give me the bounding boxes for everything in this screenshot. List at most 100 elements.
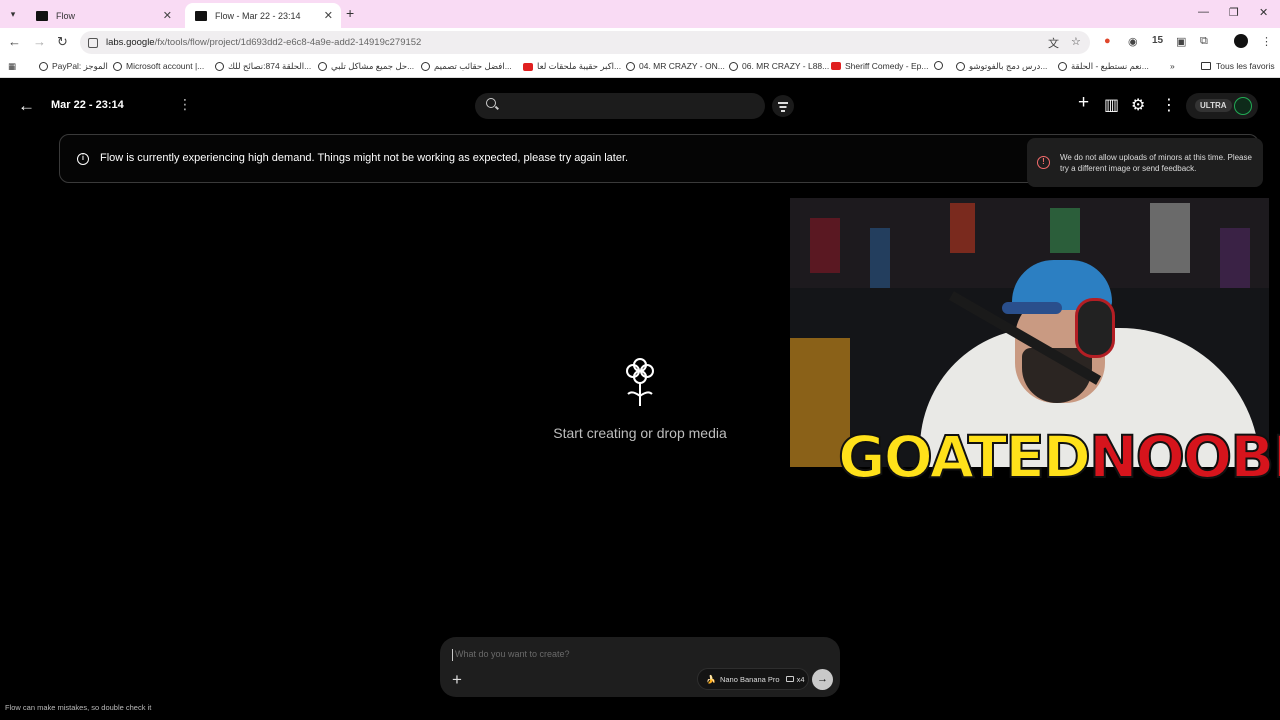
disclaimer-text: Flow can make mistakes, so double check … [5, 703, 152, 712]
globe-icon [113, 61, 122, 71]
youtube-icon [523, 62, 533, 71]
youtube-icon [831, 62, 841, 70]
flow-favicon-icon [195, 10, 207, 21]
toast-message: We do not allow uploads of minors at thi… [1060, 153, 1252, 173]
prompt-box[interactable]: What do you want to create? + 🍌 Nano Ban… [440, 637, 840, 697]
globe-icon [318, 62, 327, 71]
bookmark-label: الحلقة 874:نصائح للك... [228, 61, 312, 71]
prompt-input[interactable]: What do you want to create? [455, 649, 570, 659]
extension-badge[interactable]: 15 [1152, 35, 1163, 46]
account-chip[interactable]: ULTRA [1186, 93, 1258, 119]
flow-app: ← Mar 22 - 23:14 ⋮ + ▥ ⚙ ⋮ ULTRA i Flow … [0, 79, 1280, 720]
bookmark-label: افضل حقائب تصميم... [434, 61, 512, 71]
empty-state-text: Start creating or drop media [553, 425, 727, 441]
site-info-icon[interactable] [88, 37, 98, 48]
extension-icon[interactable]: ◉ [1128, 35, 1138, 48]
bookmark-label: 06. MR CRAZY - L88... [742, 61, 830, 71]
minimize-icon[interactable]: — [1198, 6, 1209, 18]
extensions-puzzle-icon[interactable]: ⧉ [1200, 35, 1208, 48]
bookmark-label: اكبر حقيبة ملحقات لعا... [537, 61, 622, 71]
more-menu-icon[interactable]: ⋮ [1161, 95, 1177, 115]
close-tab-icon[interactable]: ✕ [324, 9, 333, 22]
tab-strip: ▾ Flow ✕ Flow - Mar 22 - 23:14 ✕ + — ❐ ✕ [0, 0, 1280, 28]
globe-icon [956, 62, 965, 71]
profile-avatar[interactable] [1234, 34, 1248, 48]
flow-favicon-icon [36, 10, 48, 21]
bookmarks-bar: ▦ PayPal: الموجز Microsoft account |... … [0, 57, 1280, 78]
bookmark-item[interactable]: نعم نستطيع - الحلقة... [1058, 61, 1149, 72]
tab-title: Flow - Mar 22 - 23:14 [215, 10, 301, 21]
globe-icon [934, 61, 943, 70]
reload-icon[interactable]: ↻ [57, 34, 68, 50]
bookmark-item[interactable]: Sheriff Comedy - Ep... [831, 61, 928, 71]
bookmark-label: Sheriff Comedy - Ep... [845, 61, 929, 71]
back-arrow-icon[interactable]: ← [18, 96, 35, 116]
globe-icon [626, 61, 635, 71]
streamer-logo: GOATEDNOOBIE [837, 423, 1280, 491]
bookmark-label: درس دمج بالفوتوشو... [969, 61, 1048, 71]
browser-menu-icon[interactable]: ⋮ [1261, 35, 1272, 48]
apps-grid-icon[interactable]: ▦ [8, 61, 16, 72]
aspect-ratio-icon [785, 676, 794, 682]
media-icon[interactable]: ▣ [1176, 35, 1186, 48]
globe-icon [729, 61, 738, 71]
folder-icon [1201, 62, 1211, 70]
bookmarks-overflow[interactable]: » [1170, 61, 1175, 71]
flower-icon [626, 358, 654, 406]
film-scene-icon[interactable]: ▥ [1104, 95, 1119, 115]
all-bookmarks-label: Tous les favoris [1216, 61, 1275, 71]
tab-search-button[interactable]: ▾ [4, 5, 22, 23]
restore-icon[interactable]: ❐ [1229, 6, 1239, 19]
project-title: Mar 22 - 23:14 [51, 99, 124, 111]
chevron-down-icon: ▾ [10, 8, 16, 19]
bookmark-item[interactable]: درس دمج بالفوتوشو... [956, 61, 1047, 72]
close-tab-icon[interactable]: ✕ [163, 9, 172, 22]
add-media-icon[interactable]: + [452, 670, 462, 690]
send-arrow-icon[interactable]: → [812, 669, 833, 690]
bookmark-item[interactable]: 06. MR CRAZY - L88... [729, 61, 829, 71]
close-window-icon[interactable]: ✕ [1259, 6, 1268, 19]
url-path: /fx/tools/flow/project/1d693dd2-e6c8-4a9… [154, 37, 422, 48]
ultra-badge: ULTRA [1195, 99, 1232, 112]
project-menu-icon[interactable]: ⋮ [178, 96, 192, 113]
banner-message: Flow is currently experiencing high dema… [100, 152, 629, 164]
bookmark-star-icon[interactable]: ☆ [1071, 35, 1081, 48]
avatar [1234, 97, 1252, 115]
globe-icon [1058, 62, 1067, 71]
tab-flow[interactable]: Flow ✕ [26, 3, 180, 28]
bookmark-label: Microsoft account |... [126, 61, 205, 71]
globe-icon [421, 62, 430, 71]
filter-icon [778, 102, 788, 104]
settings-gear-icon[interactable]: ⚙ [1131, 95, 1145, 115]
model-selector[interactable]: 🍌 Nano Banana Pro x4 [697, 668, 809, 690]
text-caret [452, 649, 453, 661]
error-toast: ! We do not allow uploads of minors at t… [1027, 138, 1263, 187]
bookmark-label: حل جميع مشاكل تلبي... [331, 61, 415, 71]
bookmark-item[interactable]: 04. MR CRAZY - ON... [626, 61, 725, 71]
bookmark-item[interactable]: افضل حقائب تصميم... [421, 61, 512, 72]
globe-icon [215, 62, 224, 71]
back-icon[interactable]: ← [8, 34, 21, 49]
bookmark-item[interactable]: اكبر حقيبة ملحقات لعا... [523, 61, 621, 72]
bookmark-label: PayPal: الموجز [52, 61, 108, 71]
new-tab-button[interactable]: + [346, 5, 354, 21]
bookmark-item[interactable]: Microsoft account |... [113, 61, 204, 71]
add-icon[interactable]: + [1078, 92, 1089, 114]
globe-icon [39, 62, 48, 71]
bookmark-item[interactable]: حل جميع مشاكل تلبي... [318, 61, 414, 72]
forward-icon[interactable]: → [33, 34, 46, 49]
translate-icon[interactable]: 文 [1048, 35, 1059, 51]
url-text: labs.google/fx/tools/flow/project/1d693d… [106, 37, 421, 48]
filter-button[interactable] [772, 95, 794, 117]
bookmark-item[interactable]: PayPal: الموجز [39, 61, 108, 72]
filter-icon [781, 110, 785, 112]
tab-flow-project[interactable]: Flow - Mar 22 - 23:14 ✕ [185, 3, 341, 28]
address-bar[interactable]: labs.google/fx/tools/flow/project/1d693d… [80, 31, 1090, 54]
all-bookmarks-folder[interactable]: Tous les favoris [1201, 61, 1275, 71]
logo-text-noobie: NOOBIE [1088, 423, 1280, 491]
bookmark-item[interactable] [934, 61, 947, 70]
output-count: x4 [796, 674, 805, 684]
extension-fire-icon[interactable]: ● [1104, 35, 1111, 47]
search-input[interactable] [475, 93, 765, 119]
bookmark-item[interactable]: الحلقة 874:نصائح للك... [215, 61, 311, 72]
